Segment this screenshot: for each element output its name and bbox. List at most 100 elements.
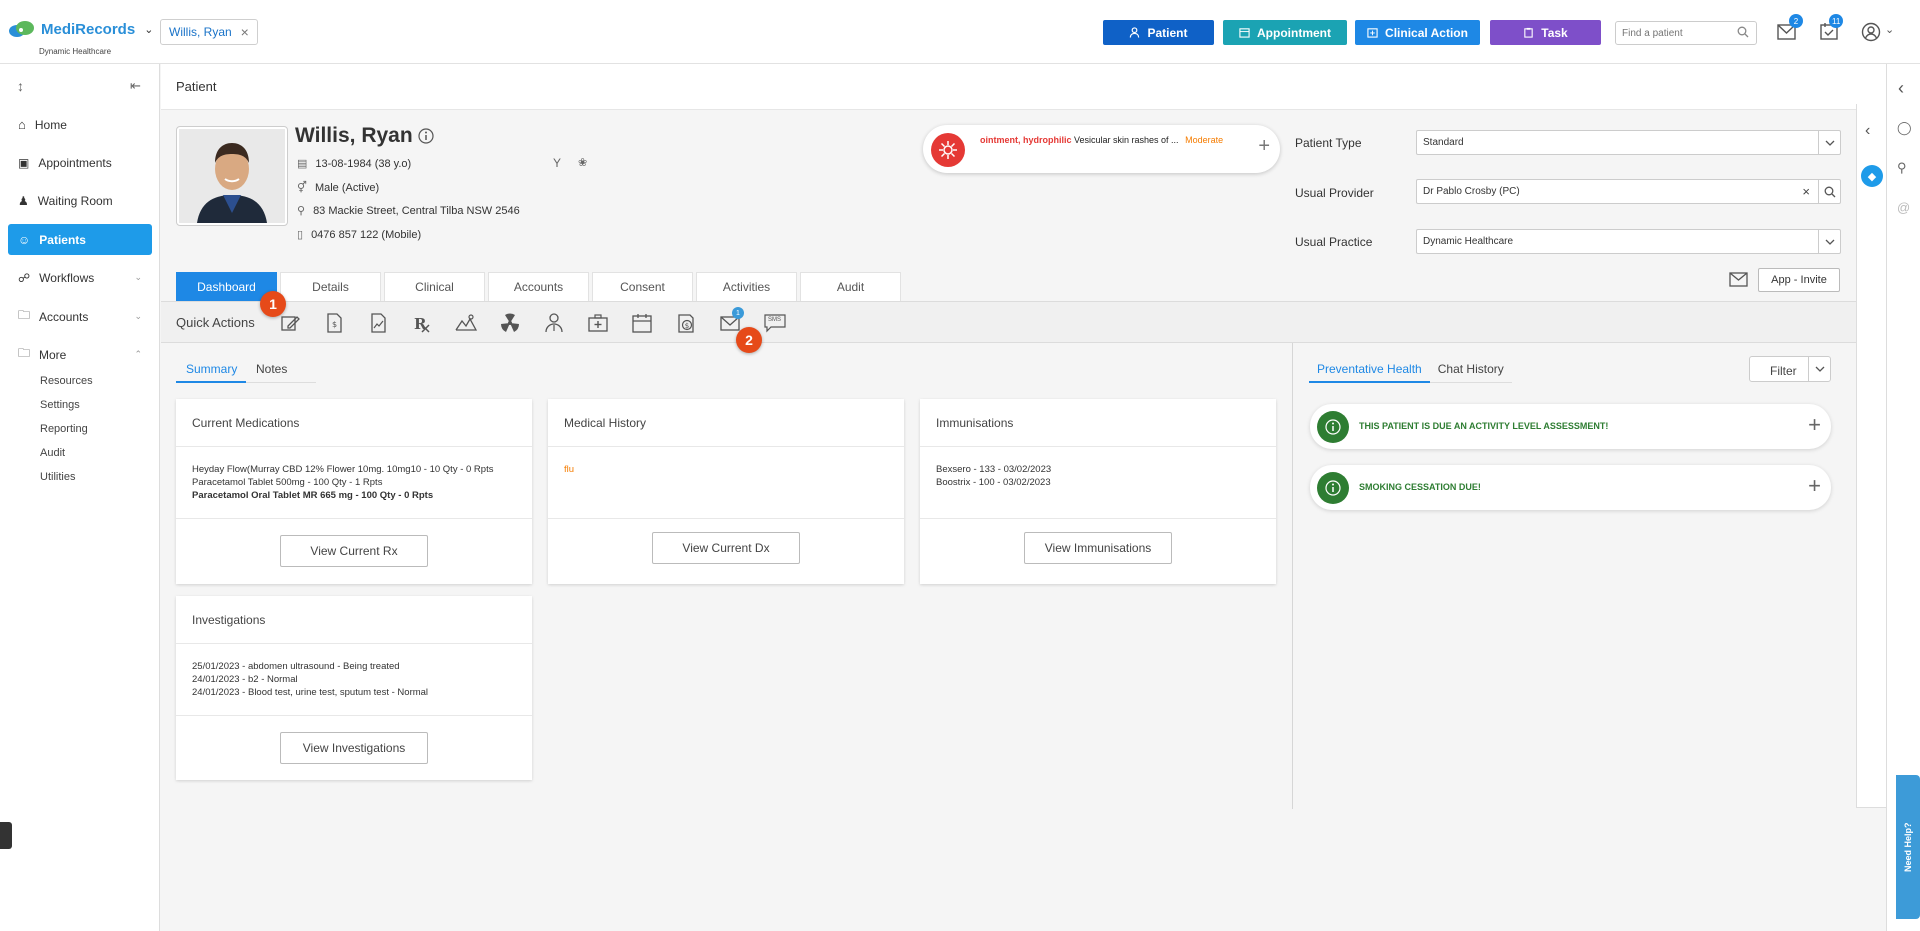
side-tools-panel: ‹ ◆ [1856, 104, 1886, 808]
open-patient-chip[interactable]: Willis, Ryan × [160, 19, 258, 45]
chevron-up-icon: ⌃ [134, 349, 142, 359]
sidebar-item-home[interactable]: ⌂ Home [8, 109, 152, 140]
sidebar-item-appointments[interactable]: ▣ Appointments [8, 147, 152, 178]
tab-details[interactable]: Details [280, 272, 381, 301]
document-dollar-icon[interactable]: $ [323, 313, 345, 333]
history-item[interactable]: flu [564, 463, 888, 476]
patient-type-value: Standard [1423, 137, 1464, 148]
patient-photo [176, 126, 288, 226]
investigations-card: Investigations 25/01/2023 - abdomen ultr… [176, 596, 532, 780]
tab-clinical[interactable]: Clinical [384, 272, 485, 301]
side-drawer-handle[interactable] [0, 822, 12, 849]
need-help-button[interactable]: Need Help? [1896, 775, 1920, 919]
tab-chat-history[interactable]: Chat History [1429, 356, 1512, 383]
new-clinical-action-button[interactable]: Clinical Action [1355, 20, 1480, 45]
practice-name: Dynamic Healthcare [39, 47, 112, 56]
prescription-icon[interactable]: R [411, 313, 433, 333]
tab-audit[interactable]: Audit [800, 272, 901, 301]
app-logo[interactable]: MediRecords ⌄ [8, 20, 153, 38]
sidebar-item-more[interactable]: 🗀 More ⌃ [8, 339, 152, 370]
pin-icon[interactable]: ⚲ [1897, 160, 1907, 176]
new-patient-button[interactable]: Patient [1103, 20, 1214, 45]
new-task-label: Task [1541, 25, 1568, 40]
add-allergy-icon[interactable]: + [1258, 136, 1270, 156]
mail-count-badge: 2 [1789, 14, 1803, 28]
edit-note-icon[interactable] [279, 313, 301, 333]
subtab-summary[interactable]: Summary [176, 356, 246, 383]
patient-dob-row: ▤ 13-08-1984 (38 y.o) [297, 157, 411, 171]
imaging-icon[interactable] [455, 313, 477, 333]
patient-tabs: Dashboard Details Clinical Accounts Cons… [176, 272, 901, 301]
calendar-icon[interactable] [631, 313, 653, 333]
sidebar-subitem-reporting[interactable]: Reporting [40, 423, 88, 435]
chevron-down-icon: ⌄ [134, 311, 142, 321]
usual-provider-field[interactable]: Dr Pablo Crosby (PC) × [1416, 179, 1841, 204]
view-immunisations-button[interactable]: View Immunisations [1024, 532, 1172, 564]
tab-activities[interactable]: Activities [696, 272, 797, 301]
new-task-button[interactable]: Task [1490, 20, 1601, 45]
sidebar-item-label: Patients [39, 232, 86, 247]
birthday-cake-icon: ▤ [297, 158, 308, 170]
tab-accounts[interactable]: Accounts [488, 272, 589, 301]
add-icon[interactable]: + [1808, 475, 1821, 497]
chevron-down-icon[interactable]: ⌄ [1885, 23, 1894, 36]
chevron-down-icon[interactable] [1818, 131, 1840, 154]
new-appointment-button[interactable]: Appointment [1223, 20, 1347, 45]
chevron-left-icon[interactable]: ‹ [1898, 78, 1904, 99]
chevron-down-icon[interactable] [1818, 230, 1840, 253]
open-patient-chip-label: Willis, Ryan [169, 25, 232, 39]
doctor-icon[interactable] [543, 313, 565, 333]
radiation-icon[interactable] [499, 313, 521, 333]
expand-vertical-icon[interactable]: ↕ [17, 78, 24, 94]
patient-name: Willis, Ryan [295, 124, 434, 148]
sms-icon[interactable]: SMS [763, 313, 787, 333]
info-icon[interactable] [418, 128, 434, 144]
sidebar-subitem-audit[interactable]: Audit [40, 447, 65, 459]
sidebar-subitem-resources[interactable]: Resources [40, 375, 93, 387]
add-icon[interactable]: + [1808, 414, 1821, 436]
clear-icon[interactable]: × [1802, 184, 1810, 199]
search-icon[interactable] [1737, 26, 1749, 38]
at-sign-icon[interactable]: @ [1897, 200, 1910, 215]
sidebar-item-workflows[interactable]: ☍ Workflows ⌄ [8, 262, 152, 293]
sidebar-item-waiting-room[interactable]: ♟ Waiting Room [8, 185, 152, 216]
chevron-down-icon[interactable]: ⌄ [144, 23, 153, 36]
patient-type-select[interactable]: Standard [1416, 130, 1841, 155]
user-account-icon[interactable] [1861, 22, 1881, 42]
app-invite-button[interactable]: App - Invite [1758, 268, 1840, 292]
filter-button[interactable]: Filter [1749, 356, 1831, 382]
document-chart-icon[interactable] [367, 313, 389, 333]
tab-consent[interactable]: Consent [592, 272, 693, 301]
allergy-alert[interactable]: ointment, hydrophilic Vesicular skin ras… [923, 125, 1280, 173]
chat-icon[interactable]: ◯ [1897, 120, 1912, 136]
investigation-item: 25/01/2023 - abdomen ultrasound - Being … [192, 661, 400, 672]
view-investigations-button[interactable]: View Investigations [280, 732, 428, 764]
close-icon[interactable]: × [241, 24, 249, 40]
sidebar-item-patients[interactable]: ☺ Patients [8, 224, 152, 255]
immunisation-item: Boostrix - 100 - 03/02/2023 [936, 477, 1051, 488]
subtab-notes[interactable]: Notes [246, 356, 316, 383]
view-current-dx-button[interactable]: View Current Dx [652, 532, 800, 564]
tag-icon[interactable]: ◆ [1861, 165, 1883, 187]
usual-practice-select[interactable]: Dynamic Healthcare [1416, 229, 1841, 254]
patient-address-row: ⚲ 83 Mackie Street, Central Tilba NSW 254… [297, 204, 520, 218]
collapse-sidebar-icon[interactable]: ⇤ [130, 78, 141, 94]
sidebar-item-accounts[interactable]: 🗀 Accounts ⌄ [8, 301, 152, 332]
immunisation-item: Bexsero - 133 - 03/02/2023 [936, 464, 1052, 475]
sidebar-subitem-utilities[interactable]: Utilities [40, 471, 75, 483]
view-current-rx-button[interactable]: View Current Rx [280, 535, 428, 567]
chevron-down-icon[interactable] [1808, 357, 1830, 381]
search-icon[interactable] [1818, 180, 1840, 203]
chevron-left-icon[interactable]: ‹ [1865, 122, 1870, 140]
sidebar-subitem-settings[interactable]: Settings [40, 399, 80, 411]
leaf-icon[interactable]: ❀ [578, 156, 587, 169]
patient-search-input[interactable] [1615, 21, 1757, 45]
usual-provider-value: Dr Pablo Crosby (PC) [1423, 186, 1520, 197]
cocktail-icon[interactable]: Y [553, 156, 561, 170]
waiting-room-icon: ♟ [18, 193, 29, 208]
medical-kit-icon[interactable] [587, 313, 609, 333]
tab-preventative-health[interactable]: Preventative Health [1309, 356, 1430, 383]
step-marker-2: 2 [736, 327, 762, 353]
billing-icon[interactable]: $ [675, 313, 697, 333]
email-invite-icon[interactable] [1729, 272, 1748, 287]
